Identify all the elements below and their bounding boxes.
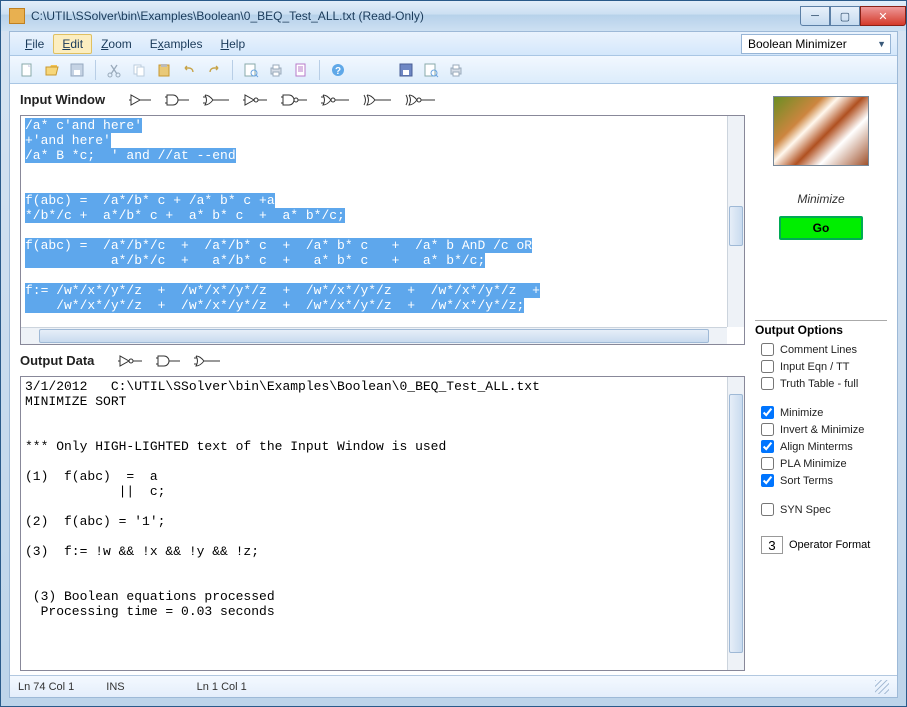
main-area: Input Window /a* c'and here' +'and here'… — [10, 84, 897, 675]
opt-input-eqn[interactable]: Input Eqn / TT — [761, 360, 887, 373]
logo-image — [773, 96, 869, 166]
nor-gate-icon[interactable] — [321, 93, 351, 107]
maximize-button[interactable]: ▢ — [830, 6, 860, 26]
document-icon[interactable] — [290, 59, 312, 81]
menu-edit[interactable]: Edit — [53, 34, 92, 54]
minimize-button[interactable]: ─ — [800, 6, 830, 26]
statusbar: Ln 74 Col 1 INS Ln 1 Col 1 — [10, 675, 897, 697]
options-title: Output Options — [755, 320, 887, 337]
sidebar: Minimize Go Output Options Comment Lines… — [749, 84, 897, 675]
toolbar: ? — [10, 56, 897, 84]
window-title: C:\UTIL\SSolver\bin\Examples\Boolean\0_B… — [31, 9, 800, 23]
titlebar[interactable]: C:\UTIL\SSolver\bin\Examples\Boolean\0_B… — [1, 1, 906, 31]
input-title: Input Window — [20, 92, 105, 107]
not-gate-icon[interactable] — [118, 354, 144, 368]
mode-label: Boolean Minimizer — [748, 37, 847, 51]
client-area: File Edit Zoom Examples Help Boolean Min… — [9, 31, 898, 698]
paste-icon[interactable] — [153, 59, 175, 81]
input-scrollbar-horizontal[interactable] — [21, 327, 727, 344]
output-header: Output Data — [20, 353, 745, 368]
input-gate-icons — [129, 93, 437, 107]
open-file-icon[interactable] — [41, 59, 63, 81]
save-output-icon[interactable] — [395, 59, 417, 81]
close-button[interactable]: ✕ — [860, 6, 906, 26]
opt-sort-terms[interactable]: Sort Terms — [761, 474, 887, 487]
input-text-content[interactable]: /a* c'and here' +'and here' /a* B *c; ' … — [21, 116, 727, 327]
buffer-gate-icon[interactable] — [129, 93, 153, 107]
output-title: Output Data — [20, 353, 94, 368]
opt-minimize[interactable]: Minimize — [761, 406, 887, 419]
opt-comment-lines[interactable]: Comment Lines — [761, 343, 887, 356]
status-input-pos: Ln 74 Col 1 — [18, 681, 74, 693]
opt-pla-minimize[interactable]: PLA Minimize — [761, 457, 887, 470]
xor-gate-icon[interactable] — [363, 93, 393, 107]
minimize-label: Minimize — [797, 192, 844, 206]
opt-invert-minimize[interactable]: Invert & Minimize — [761, 423, 887, 436]
output-gate-icons — [118, 354, 222, 368]
output-options: Output Options Comment Lines Input Eqn /… — [755, 320, 887, 554]
print-output-icon[interactable] — [445, 59, 467, 81]
menu-examples[interactable]: Examples — [141, 34, 212, 54]
undo-icon[interactable] — [178, 59, 200, 81]
status-output-pos: Ln 1 Col 1 — [197, 681, 247, 693]
operator-format-row: Operator Format — [761, 536, 887, 554]
preview-output-icon[interactable] — [420, 59, 442, 81]
or-gate-icon[interactable] — [203, 93, 231, 107]
menu-help[interactable]: Help — [211, 34, 254, 54]
help-icon[interactable]: ? — [327, 59, 349, 81]
save-icon[interactable] — [66, 59, 88, 81]
svg-text:?: ? — [335, 66, 341, 77]
menubar: File Edit Zoom Examples Help Boolean Min… — [10, 32, 897, 56]
go-button[interactable]: Go — [779, 216, 863, 240]
status-ins-mode: INS — [106, 681, 124, 693]
print-icon[interactable] — [265, 59, 287, 81]
operator-format-input[interactable] — [761, 536, 783, 554]
input-scrollbar-vertical[interactable] — [727, 116, 744, 327]
input-header: Input Window — [20, 92, 745, 107]
nand-gate-icon[interactable] — [281, 93, 309, 107]
app-window: C:\UTIL\SSolver\bin\Examples\Boolean\0_B… — [0, 0, 907, 707]
preview-icon[interactable] — [240, 59, 262, 81]
editors-column: Input Window /a* c'and here' +'and here'… — [10, 84, 749, 675]
or-gate-icon[interactable] — [194, 354, 222, 368]
input-editor[interactable]: /a* c'and here' +'and here' /a* B *c; ' … — [20, 115, 745, 345]
xnor-gate-icon[interactable] — [405, 93, 437, 107]
redo-icon[interactable] — [203, 59, 225, 81]
menu-zoom[interactable]: Zoom — [92, 34, 141, 54]
output-scrollbar-vertical[interactable] — [727, 377, 744, 670]
opt-truth-table[interactable]: Truth Table - full — [761, 377, 887, 390]
and-gate-icon[interactable] — [156, 354, 182, 368]
and-gate-icon[interactable] — [165, 93, 191, 107]
chevron-down-icon: ▼ — [877, 39, 886, 49]
not-gate-icon[interactable] — [243, 93, 269, 107]
app-icon — [9, 8, 25, 24]
cut-icon[interactable] — [103, 59, 125, 81]
copy-icon[interactable] — [128, 59, 150, 81]
opt-align-minterms[interactable]: Align Minterms — [761, 440, 887, 453]
opt-syn-spec[interactable]: SYN Spec — [761, 503, 887, 516]
mode-dropdown[interactable]: Boolean Minimizer ▼ — [741, 34, 891, 54]
resize-grip-icon[interactable] — [875, 680, 889, 694]
operator-format-label: Operator Format — [789, 539, 870, 551]
new-file-icon[interactable] — [16, 59, 38, 81]
output-text-content[interactable]: 3/1/2012 C:\UTIL\SSolver\bin\Examples\Bo… — [21, 377, 727, 670]
output-editor[interactable]: 3/1/2012 C:\UTIL\SSolver\bin\Examples\Bo… — [20, 376, 745, 671]
menu-file[interactable]: File — [16, 34, 53, 54]
